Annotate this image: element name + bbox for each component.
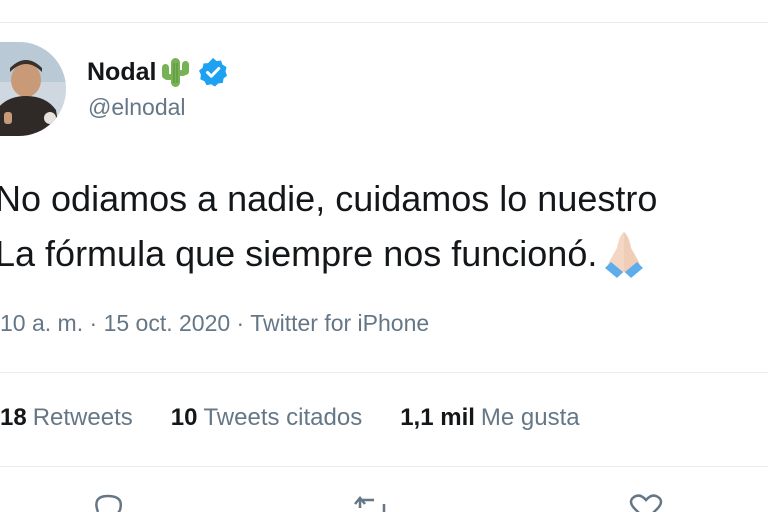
tweet-line-2: La fórmula que siempre nos funcionó. [0, 226, 768, 280]
retweets-stat[interactable]: 18 Retweets [0, 404, 133, 432]
retweet-icon[interactable] [352, 492, 392, 512]
likes-count: 1,1 mil [400, 404, 475, 431]
retweets-count: 18 [0, 404, 27, 431]
divider [0, 466, 768, 467]
tweet-line-2-text: La fórmula que siempre nos funcionó. [0, 233, 598, 274]
retweets-label: Retweets [32, 404, 133, 431]
tweet-time[interactable]: 10 a. m. [0, 310, 83, 336]
tweet-card: Nodal @elnodal No odiamos a nadie, cuida… [0, 0, 768, 512]
tweet-meta: 10 a. m. · 15 oct. 2020 · Twitter for iP… [0, 310, 429, 337]
cactus-icon [158, 55, 192, 89]
user-handle[interactable]: @elnodal [88, 94, 186, 121]
likes-stat[interactable]: 1,1 mil Me gusta [400, 404, 579, 432]
quotes-count: 10 [170, 404, 198, 431]
display-name[interactable]: Nodal [87, 58, 156, 87]
tweet-source[interactable]: Twitter for iPhone [250, 310, 429, 336]
divider [0, 372, 768, 373]
meta-separator: · [83, 310, 104, 336]
like-icon[interactable] [626, 492, 666, 512]
name-row: Nodal [87, 54, 228, 90]
verified-badge-icon [198, 57, 228, 87]
quotes-label: Tweets citados [203, 404, 363, 431]
reply-icon[interactable] [88, 492, 128, 512]
quotes-stat[interactable]: 10 Tweets citados [171, 404, 362, 432]
folded-hands-icon [597, 226, 651, 280]
tweet-line-1: No odiamos a nadie, cuidamos lo nuestro [0, 178, 658, 219]
stats-row: 18 Retweets 10 Tweets citados 1,1 mil Me… [0, 404, 618, 432]
likes-label: Me gusta [480, 404, 580, 431]
meta-separator: · [230, 310, 251, 336]
tweet-date[interactable]: 15 oct. 2020 [104, 310, 231, 336]
avatar[interactable] [0, 42, 66, 136]
tweet-text: No odiamos a nadie, cuidamos lo nuestro … [0, 172, 768, 280]
top-divider [0, 22, 768, 23]
